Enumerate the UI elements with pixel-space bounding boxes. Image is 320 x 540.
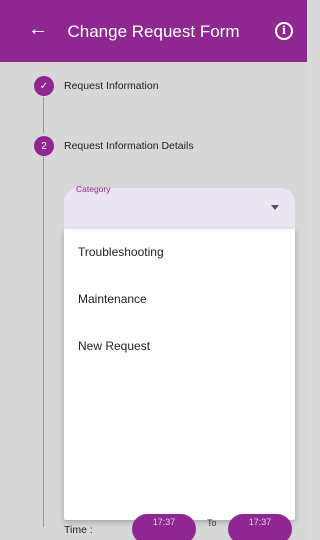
time-label: Time : — [64, 524, 93, 536]
step-label: Request Information Details — [64, 140, 194, 152]
step-connector — [43, 97, 44, 133]
end-time-button[interactable]: 17:37 — [228, 514, 292, 540]
category-dropdown-menu: Troubleshooting Maintenance New Request — [64, 229, 295, 520]
app-bar: ← Change Request Form i — [0, 0, 307, 62]
info-icon[interactable]: i — [275, 22, 293, 40]
step-label: Request Information — [64, 80, 159, 92]
step-request-information[interactable]: ✓ Request Information — [34, 76, 159, 96]
category-select[interactable]: Category — [64, 184, 295, 230]
time-row: Time : 17:37 To 17:37 — [64, 514, 307, 540]
category-label: Category — [76, 184, 111, 194]
dropdown-option-troubleshooting[interactable]: Troubleshooting — [78, 245, 164, 259]
dropdown-option-maintenance[interactable]: Maintenance — [78, 292, 147, 306]
step-number: 2 — [34, 136, 54, 156]
dropdown-arrow-icon — [271, 205, 279, 210]
to-label: To — [207, 518, 217, 528]
dropdown-option-new-request[interactable]: New Request — [78, 339, 150, 353]
step-request-information-details[interactable]: 2 Request Information Details — [34, 136, 194, 156]
start-time-button[interactable]: 17:37 — [132, 514, 196, 540]
step-connector — [43, 157, 44, 527]
check-icon: ✓ — [34, 76, 54, 96]
page-title: Change Request Form — [67, 22, 240, 41]
